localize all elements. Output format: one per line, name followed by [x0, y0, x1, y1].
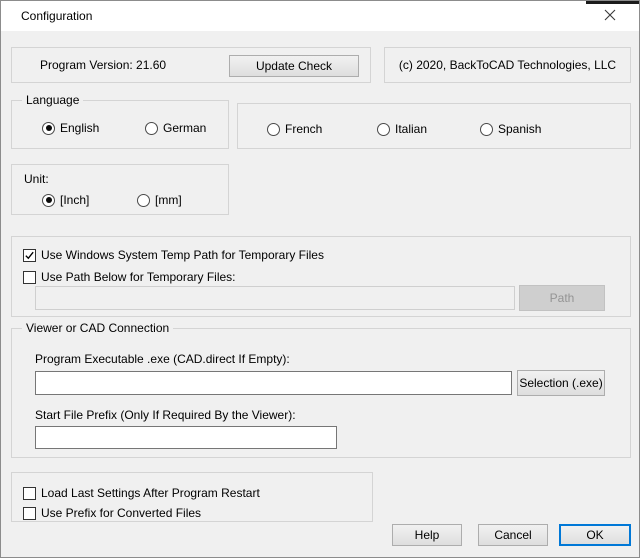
temp-path-groupbox: Use Windows System Temp Path for Tempora…	[11, 236, 631, 317]
configuration-dialog: Configuration Program Version: 21.60 Upd…	[0, 0, 640, 558]
viewer-groupbox: Viewer or CAD Connection Program Executa…	[11, 328, 631, 458]
language-secondary-groupbox: French Italian Spanish	[237, 103, 631, 149]
radio-spanish[interactable]: Spanish	[480, 122, 541, 136]
language-group-label: Language	[22, 93, 83, 107]
radio-inch[interactable]: [Inch]	[42, 193, 89, 207]
checkbox-icon	[23, 249, 36, 262]
radio-mm[interactable]: [mm]	[137, 193, 182, 207]
unit-groupbox: Unit: [Inch] [mm]	[11, 164, 229, 215]
radio-label: [mm]	[155, 193, 182, 207]
selection-exe-button[interactable]: Selection (.exe)	[517, 370, 605, 396]
close-icon	[604, 9, 616, 24]
copyright-text: (c) 2020, BackToCAD Technologies, LLC	[399, 58, 616, 72]
radio-icon	[42, 122, 55, 135]
close-button[interactable]	[593, 5, 627, 27]
radio-label: English	[60, 121, 99, 135]
start-file-prefix-label: Start File Prefix (Only If Required By t…	[35, 408, 296, 422]
checkbox-icon	[23, 487, 36, 500]
checkbox-icon	[23, 271, 36, 284]
radio-icon	[137, 194, 150, 207]
radio-label: Spanish	[498, 122, 541, 136]
checkbox-use-path-below[interactable]: Use Path Below for Temporary Files:	[23, 270, 236, 284]
checkbox-label: Load Last Settings After Program Restart	[41, 486, 260, 500]
cancel-button[interactable]: Cancel	[478, 524, 548, 546]
help-button[interactable]: Help	[392, 524, 462, 546]
radio-german[interactable]: German	[145, 121, 206, 135]
background-window-edge	[586, 1, 639, 4]
checkbox-label: Use Path Below for Temporary Files:	[41, 270, 236, 284]
radio-english[interactable]: English	[42, 121, 99, 135]
radio-icon	[145, 122, 158, 135]
settings-groupbox: Load Last Settings After Program Restart…	[11, 472, 373, 522]
radio-label: Italian	[395, 122, 427, 136]
ok-button[interactable]: OK	[559, 524, 631, 546]
titlebar: Configuration	[1, 1, 639, 31]
program-version-label: Program Version: 21.60	[40, 58, 166, 72]
radio-icon	[377, 123, 390, 136]
temp-path-input[interactable]	[35, 286, 515, 310]
language-groupbox: Language English German	[11, 100, 229, 149]
radio-icon	[42, 194, 55, 207]
checkbox-label: Use Prefix for Converted Files	[41, 506, 201, 520]
radio-icon	[480, 123, 493, 136]
radio-label: French	[285, 122, 322, 136]
copyright-groupbox: (c) 2020, BackToCAD Technologies, LLC	[384, 47, 631, 83]
version-groupbox: Program Version: 21.60 Update Check	[11, 47, 371, 83]
radio-french[interactable]: French	[267, 122, 322, 136]
checkbox-label: Use Windows System Temp Path for Tempora…	[41, 248, 324, 262]
checkbox-icon	[23, 507, 36, 520]
check-icon	[24, 250, 35, 261]
update-check-button[interactable]: Update Check	[229, 55, 359, 77]
radio-label: [Inch]	[60, 193, 89, 207]
unit-label: Unit:	[24, 172, 49, 186]
radio-icon	[267, 123, 280, 136]
checkbox-load-last-settings[interactable]: Load Last Settings After Program Restart	[23, 486, 260, 500]
checkbox-use-system-temp[interactable]: Use Windows System Temp Path for Tempora…	[23, 248, 324, 262]
viewer-group-label: Viewer or CAD Connection	[22, 321, 173, 335]
start-file-prefix-input[interactable]	[35, 426, 337, 449]
path-button[interactable]: Path	[519, 285, 605, 311]
radio-italian[interactable]: Italian	[377, 122, 427, 136]
window-title: Configuration	[21, 9, 92, 23]
program-executable-input[interactable]	[35, 371, 512, 395]
radio-label: German	[163, 121, 206, 135]
checkbox-use-prefix[interactable]: Use Prefix for Converted Files	[23, 506, 201, 520]
program-executable-label: Program Executable .exe (CAD.direct If E…	[35, 352, 290, 366]
